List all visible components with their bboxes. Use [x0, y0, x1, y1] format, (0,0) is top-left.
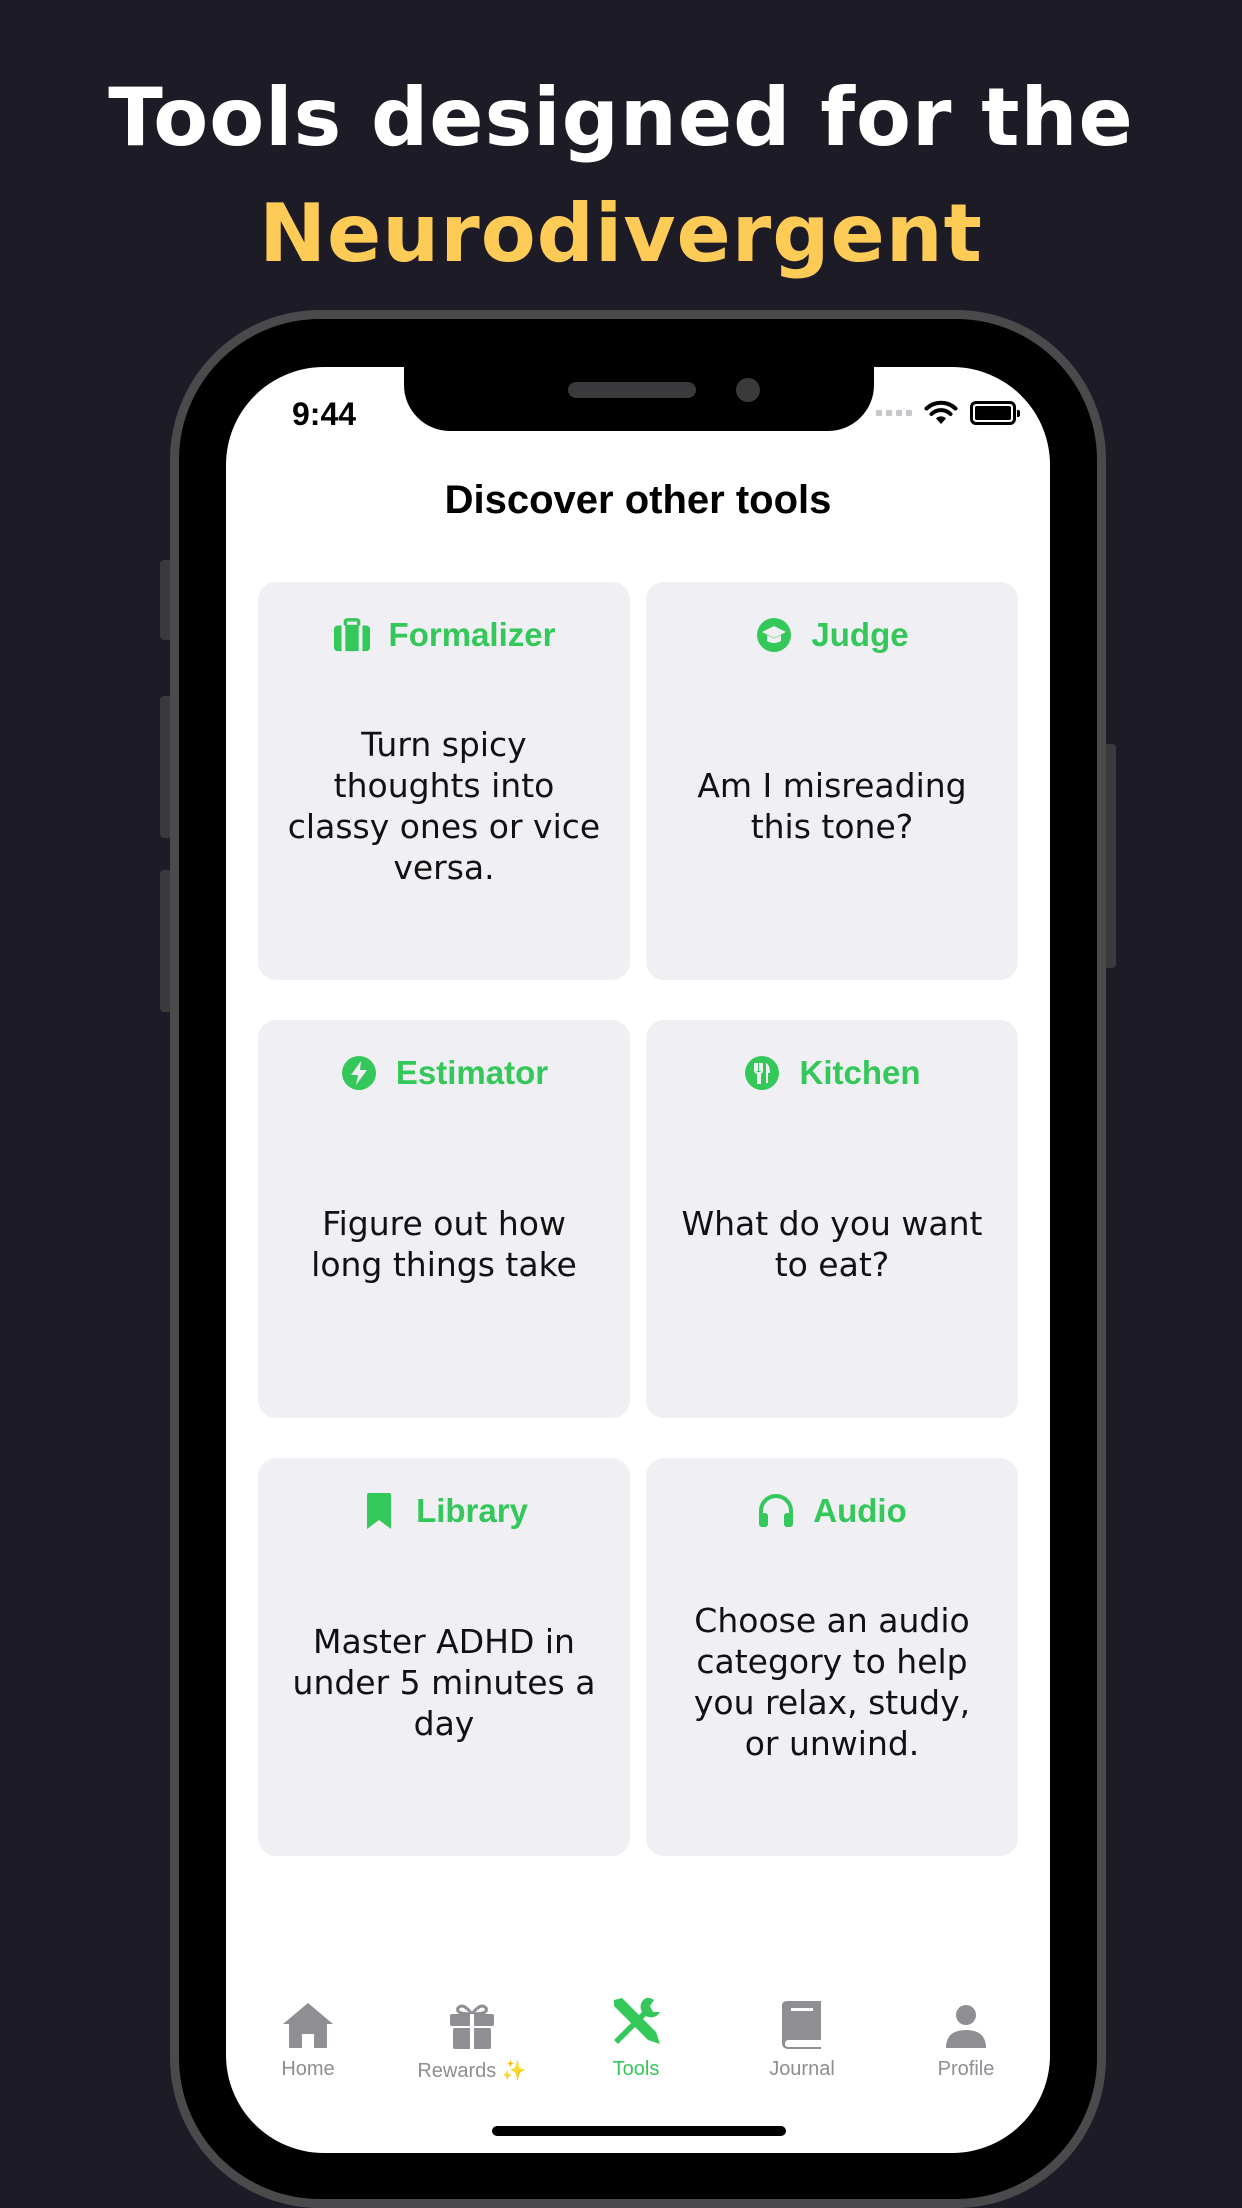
- phone-speaker: [568, 382, 696, 398]
- utensils-icon: [743, 1054, 781, 1092]
- tab-tools[interactable]: Tools: [554, 1994, 718, 2081]
- phone-camera: [736, 378, 760, 402]
- wifi-icon: [924, 400, 958, 424]
- page-title: Discover other tools: [444, 478, 832, 522]
- headphones-icon: [757, 1492, 795, 1530]
- graduation-cap-icon: [755, 616, 793, 654]
- tab-profile[interactable]: Profile: [884, 1994, 1048, 2081]
- tab-label: Home: [281, 2058, 335, 2080]
- tool-card-library[interactable]: Library Master ADHD in under 5 minutes a…: [258, 1458, 630, 1856]
- tab-label: Tools: [612, 2058, 660, 2080]
- battery-icon: [970, 401, 1020, 425]
- home-icon: [226, 1994, 390, 2050]
- tool-title: Audio: [813, 1492, 907, 1529]
- tool-title: Library: [416, 1492, 528, 1529]
- tool-card-formalizer[interactable]: Formalizer Turn spicy thoughts into clas…: [258, 582, 630, 980]
- tool-description: Master ADHD in under 5 minutes a day: [292, 1621, 596, 1743]
- bolt-icon: [340, 1054, 378, 1092]
- tool-description: Choose an audio category to help you rel…: [693, 1601, 971, 1763]
- phone-notch: [404, 367, 874, 431]
- marketing-headline: Tools designed for the Neurodivergent: [0, 60, 1242, 292]
- home-indicator[interactable]: [492, 2126, 786, 2136]
- tab-label: Journal: [769, 2058, 835, 2080]
- signal-icon: [876, 410, 912, 416]
- bookmark-icon: [360, 1492, 398, 1530]
- briefcase-icon: [333, 616, 371, 654]
- tool-description: Am I misreading this tone?: [697, 766, 967, 846]
- tool-description: What do you want to eat?: [681, 1204, 983, 1284]
- person-icon: [884, 1994, 1048, 2050]
- tab-label: Rewards ✨: [417, 2060, 527, 2082]
- tool-title: Kitchen: [799, 1054, 921, 1091]
- tool-title: Estimator: [395, 1054, 549, 1091]
- tab-home[interactable]: Home: [226, 1994, 390, 2081]
- headline-line-2: Neurodivergent: [259, 187, 983, 280]
- tool-description: Turn spicy thoughts into classy ones or …: [287, 725, 601, 887]
- tab-rewards[interactable]: Rewards ✨: [390, 1994, 554, 2083]
- tool-description: Figure out how long things take: [311, 1204, 577, 1284]
- tool-card-audio[interactable]: Audio Choose an audio category to help y…: [646, 1458, 1018, 1856]
- status-time: 9:44: [292, 396, 357, 432]
- tool-card-judge[interactable]: Judge Am I misreading this tone?: [646, 582, 1018, 980]
- headline-line-1: Tools designed for the: [108, 71, 1134, 164]
- tab-label: Profile: [937, 2058, 995, 2080]
- tools-icon: [554, 1994, 718, 2050]
- tool-title: Judge: [811, 616, 909, 653]
- tool-card-kitchen[interactable]: Kitchen What do you want to eat?: [646, 1020, 1018, 1418]
- tool-title: Formalizer: [388, 616, 556, 653]
- gift-icon: [390, 1994, 554, 2050]
- status-icons: [876, 400, 1020, 426]
- tab-journal[interactable]: Journal: [720, 1994, 884, 2081]
- tool-card-estimator[interactable]: Estimator Figure out how long things tak…: [258, 1020, 630, 1418]
- book-icon: [720, 1994, 884, 2050]
